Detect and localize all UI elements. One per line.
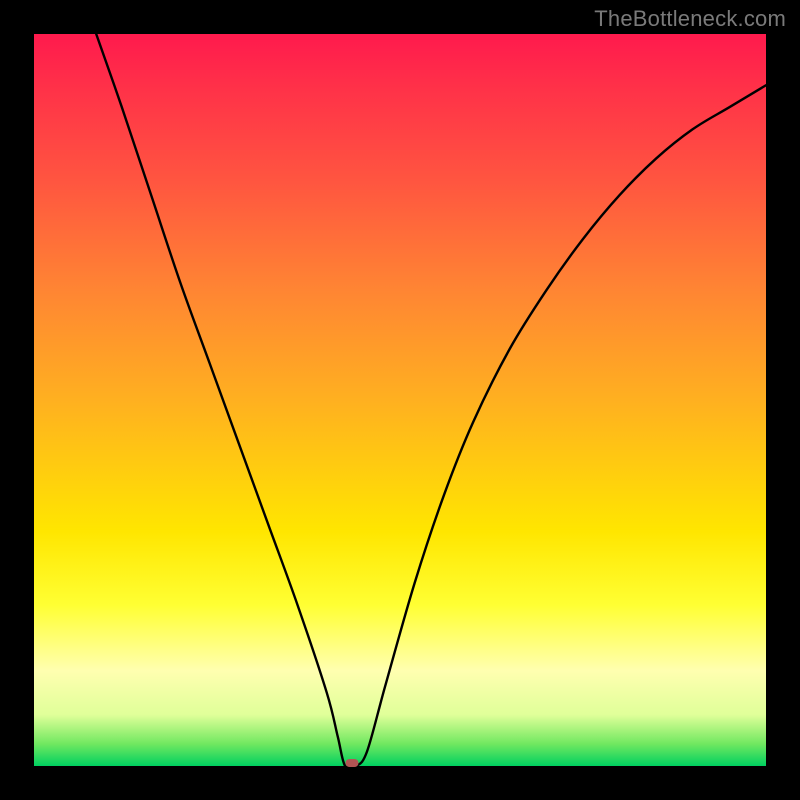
bottleneck-curve [34, 34, 766, 766]
optimum-marker [346, 759, 359, 767]
watermark-text: TheBottleneck.com [594, 6, 786, 32]
plot-area [34, 34, 766, 766]
chart-frame: TheBottleneck.com [0, 0, 800, 800]
